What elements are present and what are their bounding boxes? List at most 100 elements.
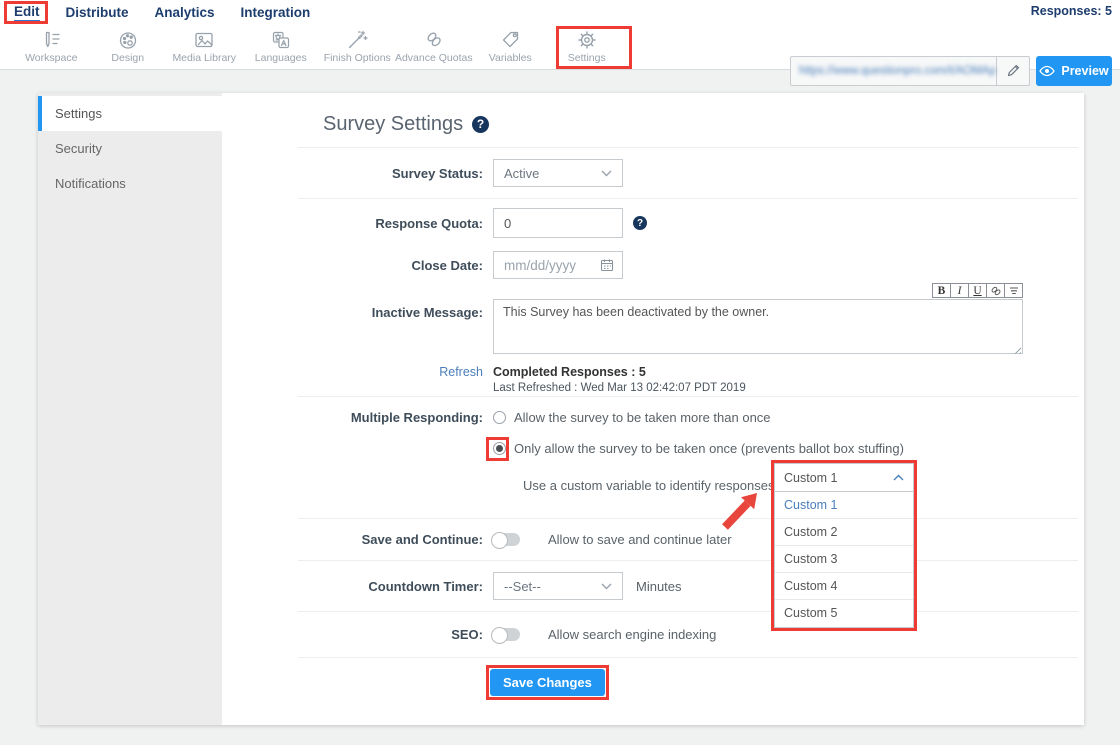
- close-date-label: Close Date:: [298, 258, 483, 273]
- dropdown-option-custom5[interactable]: Custom 5: [775, 600, 913, 627]
- custom-variable-dropdown: Custom 1 Custom 1 Custom 2 Custom 3 Cust…: [771, 460, 917, 631]
- top-nav-bar: Edit Distribute Analytics Integration Re…: [0, 0, 1120, 25]
- toolbar-item-label: Media Library: [172, 52, 236, 64]
- save-continue-label: Save and Continue:: [298, 532, 483, 547]
- preview-label: Preview: [1061, 64, 1108, 78]
- toolbar-item-workspace[interactable]: Workspace: [13, 25, 90, 64]
- last-refreshed: Last Refreshed : Wed Mar 13 02:42:07 PDT…: [493, 382, 746, 394]
- annotation-arrow: [711, 481, 771, 536]
- countdown-suffix: Minutes: [636, 579, 682, 594]
- workspace-icon: [40, 29, 62, 50]
- completed-responses: Completed Responses : 5: [493, 365, 746, 379]
- underline-button[interactable]: U: [968, 283, 987, 298]
- seo-label: SEO:: [298, 627, 483, 642]
- countdown-timer-value: --Set--: [504, 579, 541, 594]
- toolbar-item-label: Settings: [568, 52, 606, 64]
- chevron-down-icon: [601, 583, 612, 590]
- toolbar-item-label: Variables: [489, 52, 532, 64]
- settings-gear-icon: [576, 29, 598, 50]
- survey-status-value: Active: [504, 166, 539, 181]
- custom-variable-options: Custom 1 Custom 2 Custom 3 Custom 4 Cust…: [774, 492, 914, 628]
- countdown-timer-label: Countdown Timer:: [298, 579, 483, 594]
- response-quota-input[interactable]: [493, 208, 623, 238]
- multiple-responding-label: Multiple Responding:: [298, 397, 483, 518]
- survey-url-field[interactable]: https://www.questionpro.com/t/AOMAp: [790, 56, 1030, 86]
- survey-status-label: Survey Status:: [298, 166, 483, 181]
- seo-row: SEO: Allow search engine indexing: [298, 612, 1078, 658]
- save-continue-toggle[interactable]: [493, 533, 520, 546]
- save-changes-row: Save Changes: [298, 658, 1078, 700]
- survey-status-select[interactable]: Active: [493, 159, 623, 187]
- toolbar-item-label: Workspace: [25, 52, 77, 64]
- dropdown-option-custom4[interactable]: Custom 4: [775, 573, 913, 600]
- sidebar-item-notifications[interactable]: Notifications: [38, 166, 222, 201]
- bold-button[interactable]: B: [932, 283, 951, 298]
- calendar-icon: [600, 258, 614, 272]
- save-continue-row: Save and Continue: Allow to save and con…: [298, 519, 1078, 561]
- nav-item-distribute[interactable]: Distribute: [66, 5, 129, 20]
- annotation-box-save: Save Changes: [486, 665, 609, 700]
- responses-count: Responses: 5: [1031, 4, 1112, 18]
- seo-text: Allow search engine indexing: [548, 627, 716, 642]
- dropdown-option-custom1[interactable]: Custom 1: [775, 492, 913, 519]
- media-library-icon: [193, 29, 215, 50]
- help-icon[interactable]: ?: [472, 116, 489, 133]
- multiple-responding-row: Multiple Responding: Allow the survey to…: [298, 397, 1078, 519]
- text-editor-toolbar: B I U: [493, 283, 1023, 298]
- countdown-timer-row: Countdown Timer: --Set-- Minutes: [298, 561, 1078, 612]
- quota-group-rows: Response Quota: ? Close Date: mm/dd/yyyy…: [298, 199, 1078, 397]
- dropdown-option-custom2[interactable]: Custom 2: [775, 519, 913, 546]
- response-quota-label: Response Quota:: [298, 216, 483, 231]
- sidebar-item-security[interactable]: Security: [38, 131, 222, 166]
- radio-multiple-times[interactable]: [493, 411, 506, 424]
- toolbar-item-label: Finish Options: [324, 52, 391, 64]
- chevron-down-icon: [601, 170, 612, 177]
- nav-item-integration[interactable]: Integration: [241, 5, 311, 20]
- refresh-link[interactable]: Refresh: [298, 365, 483, 394]
- sidebar-item-settings[interactable]: Settings: [38, 96, 222, 131]
- toolbar-item-variables[interactable]: Variables: [472, 25, 549, 64]
- quota-help-icon[interactable]: ?: [633, 216, 647, 230]
- toolbar-item-advance-quotas[interactable]: Advance Quotas: [396, 25, 473, 64]
- chevron-up-icon: [893, 474, 904, 481]
- close-date-placeholder: mm/dd/yyyy: [504, 258, 576, 273]
- toolbar-item-label: Advance Quotas: [395, 52, 473, 64]
- design-icon: [117, 29, 139, 50]
- toolbar-item-languages[interactable]: Languages: [243, 25, 320, 64]
- inactive-message-label: Inactive Message:: [298, 283, 483, 359]
- italic-button[interactable]: I: [950, 283, 969, 298]
- save-continue-text: Allow to save and continue later: [548, 532, 732, 547]
- custom-variable-selected: Custom 1: [784, 471, 838, 485]
- preview-button[interactable]: Preview: [1036, 56, 1112, 86]
- radio-once-only[interactable]: [493, 442, 506, 455]
- link-icon: [990, 286, 1002, 296]
- settings-content: Survey Settings ? Survey Status: Active …: [298, 93, 1078, 725]
- languages-icon: [270, 29, 292, 50]
- toolbar-item-media-library[interactable]: Media Library: [166, 25, 243, 64]
- inactive-message-textarea[interactable]: This Survey has been deactivated by the …: [493, 299, 1023, 354]
- nav-item-analytics[interactable]: Analytics: [155, 5, 215, 20]
- save-changes-button[interactable]: Save Changes: [490, 669, 605, 696]
- toolbar-item-design[interactable]: Design: [90, 25, 167, 64]
- custom-variable-select[interactable]: Custom 1: [774, 463, 914, 492]
- page-title: Survey Settings: [323, 113, 463, 136]
- toolbar-item-settings[interactable]: Settings: [549, 25, 626, 64]
- close-date-input[interactable]: mm/dd/yyyy: [493, 251, 623, 279]
- survey-status-row: Survey Status: Active: [298, 148, 1078, 199]
- survey-url-text: https://www.questionpro.com/t/AOMAp: [791, 65, 996, 77]
- edit-toolbar: Workspace Design Media Library Languages…: [0, 25, 1120, 70]
- seo-toggle[interactable]: [493, 628, 520, 641]
- countdown-timer-select[interactable]: --Set--: [493, 572, 623, 600]
- finish-options-icon: [346, 29, 368, 50]
- toolbar-item-label: Design: [111, 52, 144, 64]
- advance-quotas-icon: [423, 29, 445, 50]
- nav-item-edit[interactable]: Edit: [14, 4, 40, 22]
- settings-panel: Settings Security Notifications Survey S…: [38, 93, 1084, 725]
- toolbar-item-finish-options[interactable]: Finish Options: [319, 25, 396, 64]
- link-button[interactable]: [986, 283, 1005, 298]
- top-nav: Edit Distribute Analytics Integration: [0, 0, 1120, 25]
- edit-url-button[interactable]: [996, 57, 1029, 85]
- dropdown-option-custom3[interactable]: Custom 3: [775, 546, 913, 573]
- radio-once-only-label: Only allow the survey to be taken once (…: [514, 441, 904, 456]
- format-button[interactable]: [1004, 283, 1023, 298]
